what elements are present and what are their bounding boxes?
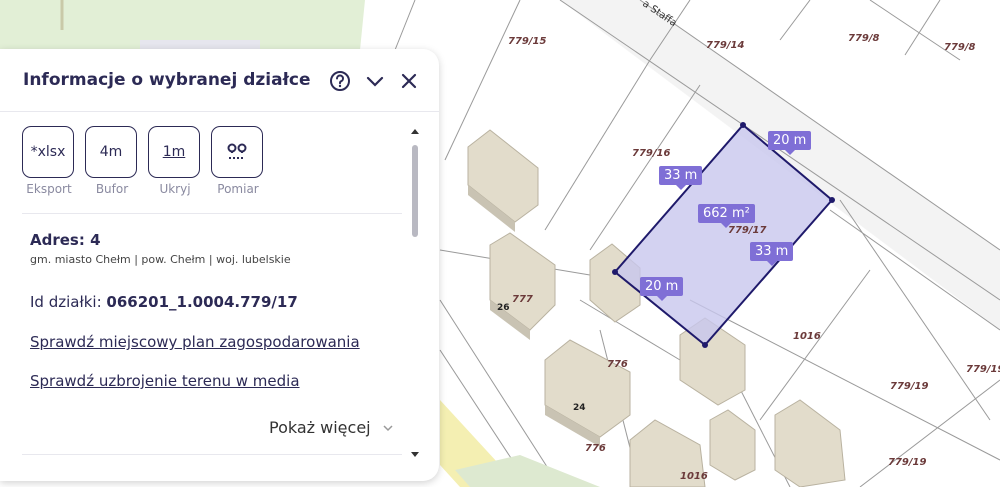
divider xyxy=(22,454,402,455)
address-subtitle: gm. miasto Chełm | pow. Chełm | woj. lub… xyxy=(30,253,291,266)
collapse-button[interactable] xyxy=(362,68,388,94)
help-button[interactable] xyxy=(327,68,353,94)
dimension-tag: 20 m xyxy=(768,131,812,155)
parcel-id-label: Id działki: xyxy=(30,293,107,311)
scroll-down-icon[interactable] xyxy=(410,451,420,459)
chevron-down-icon xyxy=(366,76,384,87)
link-utilities[interactable]: Sprawdź uzbrojenie terenu w media xyxy=(30,372,300,390)
hide-tool[interactable]: 1m Ukryj xyxy=(148,126,202,196)
parcel-label: 779/16 xyxy=(632,148,670,159)
tool-caption: Ukryj xyxy=(159,182,191,196)
parcel-label: 776 xyxy=(585,443,606,454)
show-more-button[interactable]: Pokaż więcej xyxy=(269,418,394,437)
parcel-vertex[interactable] xyxy=(612,269,618,275)
parcel-label: 779/19 xyxy=(890,381,928,392)
parcel-vertex[interactable] xyxy=(702,342,708,348)
parcel-label: 779/19 xyxy=(966,364,1000,375)
divider xyxy=(22,213,402,214)
measure-tool[interactable]: Pomiar xyxy=(211,126,265,196)
panel-title: Informacje o wybranej działce xyxy=(23,70,311,90)
dimension-tag: 33 m xyxy=(659,166,703,190)
parcel-vertex[interactable] xyxy=(740,122,746,128)
hide-button[interactable]: 1m xyxy=(148,126,200,178)
buffer-tool[interactable]: 4m Bufor xyxy=(85,126,139,196)
export-button[interactable]: *xlsx xyxy=(22,126,74,178)
tool-caption: Pomiar xyxy=(217,182,259,196)
tool-caption: Eksport xyxy=(26,182,72,196)
buffer-button[interactable]: 4m xyxy=(85,126,137,178)
parcel-label: 1016 xyxy=(680,471,708,482)
link-zoning-plan[interactable]: Sprawdź miejscowy plan zagospodarowania xyxy=(30,333,360,351)
parcel-info-panel: Informacje o wybranej działce *xlsx Eksp… xyxy=(0,49,439,481)
parcel-label: 779/19 xyxy=(888,457,926,468)
parcel-id: Id działki: 066201_1.0004.779/17 xyxy=(30,293,298,311)
address-title: Adres: 4 xyxy=(30,231,101,249)
scrollbar-thumb[interactable] xyxy=(412,145,418,237)
panel-header: Informacje o wybranej działce xyxy=(0,49,439,112)
parcel-label: 776 xyxy=(607,359,628,370)
parcel-label: 779/14 xyxy=(706,40,744,51)
measure-button[interactable] xyxy=(211,126,263,178)
close-button[interactable] xyxy=(396,68,422,94)
house-number: 24 xyxy=(573,403,586,413)
parcel-label: 1016 xyxy=(793,331,821,342)
area-tag: 662 m² xyxy=(698,204,755,228)
measure-pins-icon xyxy=(227,143,247,159)
parcel-label: 779/8 xyxy=(848,33,880,44)
parcel-label: 779/8 xyxy=(944,42,976,53)
house-number: 26 xyxy=(497,303,510,313)
help-circle-icon xyxy=(330,71,350,91)
parcel-id-value[interactable]: 066201_1.0004.779/17 xyxy=(106,293,297,311)
dimension-tag: 33 m xyxy=(750,242,794,266)
scroll-up-icon[interactable] xyxy=(410,127,420,135)
show-more-label: Pokaż więcej xyxy=(269,418,371,437)
close-icon xyxy=(401,73,417,89)
parcel-label: 779/17 xyxy=(728,225,766,236)
chevron-down-icon xyxy=(383,425,393,432)
tool-caption: Bufor xyxy=(95,182,129,196)
dimension-tag: 20 m xyxy=(640,277,684,301)
export-tool[interactable]: *xlsx Eksport xyxy=(22,126,76,196)
parcel-label: 779/15 xyxy=(508,36,546,47)
parcel-label: 777 xyxy=(512,294,533,305)
parcel-vertex[interactable] xyxy=(829,197,835,203)
